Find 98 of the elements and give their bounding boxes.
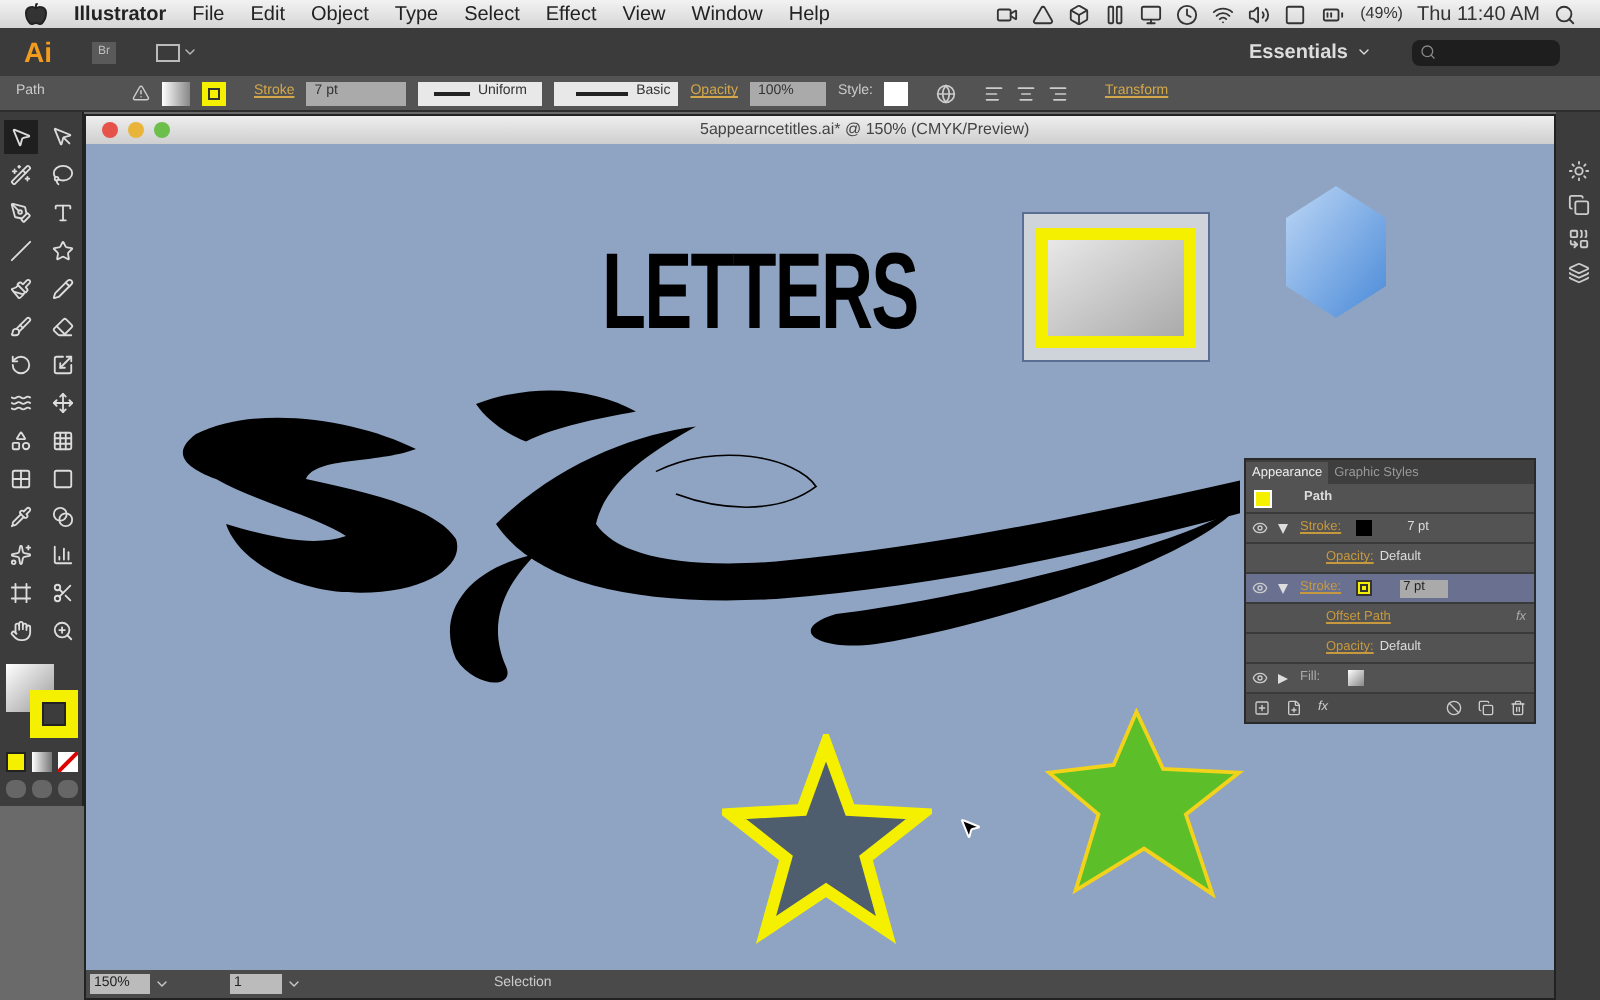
paintbrush-icon [9, 278, 31, 300]
color-mode-button[interactable] [5, 752, 25, 772]
caret-icon [182, 44, 198, 60]
disclosure-triangle-icon[interactable] [1278, 523, 1288, 533]
eraser-icon [51, 316, 73, 338]
arrow-pointer-icon [9, 126, 31, 148]
blend-icon [51, 506, 73, 528]
stroke-color-swatch[interactable] [29, 690, 77, 738]
triangle-icon[interactable] [1032, 3, 1055, 25]
brush-icon [9, 316, 31, 338]
menu-item[interactable]: File [192, 0, 225, 29]
shapes-icon [9, 430, 31, 452]
caret-icon [1356, 44, 1372, 60]
cursor-icon [958, 816, 982, 840]
stroke-swatch[interactable] [202, 81, 226, 105]
star-icon [51, 240, 73, 262]
visibility-icon[interactable] [1252, 670, 1268, 686]
battery-icon[interactable] [1320, 3, 1347, 25]
globe-icon[interactable] [936, 83, 957, 103]
layout-button[interactable] [156, 43, 198, 61]
menu-item[interactable]: View [622, 0, 666, 29]
lasso-icon [51, 164, 73, 186]
zoom-icon [51, 620, 73, 642]
new-fill-icon[interactable] [1286, 700, 1302, 716]
battery-percentage: (49%) [1360, 2, 1403, 26]
fill-color-swatch[interactable] [1348, 670, 1365, 686]
workspace-switcher[interactable]: Essentials [1249, 37, 1372, 67]
apple-logo-icon[interactable] [24, 2, 48, 26]
pen-icon [9, 202, 31, 224]
clear-icon[interactable] [1446, 700, 1462, 716]
arched-heading: LETTERS [602, 238, 918, 346]
disclosure-triangle-icon[interactable] [1278, 673, 1288, 683]
new-stroke-icon[interactable] [1254, 700, 1270, 716]
pencil-icon [51, 278, 73, 300]
dropdown-icon[interactable] [286, 976, 302, 992]
dropdown-icon[interactable] [154, 976, 170, 992]
menu-item[interactable]: Type [394, 0, 439, 29]
menu-item[interactable]: Object [310, 0, 369, 29]
warning-icon [132, 84, 150, 102]
menu-item[interactable]: Effect [545, 0, 597, 29]
eyedropper-icon [9, 506, 31, 528]
frame-icon [9, 582, 31, 604]
clock-icon[interactable] [1176, 3, 1199, 25]
sparkle-icon [9, 544, 31, 566]
hexagon-shape [1286, 186, 1386, 318]
pause-icon[interactable] [1104, 3, 1127, 25]
visibility-icon[interactable] [1252, 580, 1268, 596]
rotate-icon [9, 354, 31, 376]
align-left-icon[interactable] [984, 83, 1005, 103]
delete-icon[interactable] [1510, 700, 1526, 716]
wave-icon [9, 392, 31, 414]
clock[interactable]: Thu 11:40 AM [1416, 0, 1540, 29]
square-icon[interactable] [1284, 3, 1307, 25]
fill-color-swatch[interactable] [5, 664, 53, 712]
mesh-icon [9, 468, 31, 490]
none-mode-button[interactable] [57, 752, 77, 772]
gradient-mode-button[interactable] [31, 752, 51, 772]
document-title: 5appearncetitles.ai* @ 150% (CMYK/Preview) [700, 118, 1030, 142]
video-icon[interactable] [996, 3, 1019, 25]
scale-icon [51, 354, 73, 376]
wand-icon [9, 164, 31, 186]
menu-item[interactable]: Help [788, 0, 830, 29]
align-center-icon[interactable] [1016, 83, 1037, 103]
search-icon[interactable] [1554, 3, 1576, 25]
search-icon [1420, 44, 1436, 60]
selected-rectangle[interactable] [1022, 212, 1210, 362]
grid-icon [51, 430, 73, 452]
target-swatch [1254, 489, 1272, 507]
tool-button[interactable] [3, 120, 37, 154]
menu-item[interactable]: Edit [250, 0, 285, 29]
style-swatch[interactable] [884, 81, 909, 105]
wifi-icon[interactable] [1212, 3, 1235, 25]
visibility-icon[interactable] [1252, 520, 1268, 536]
layers-icon[interactable] [1567, 262, 1589, 284]
box-icon[interactable] [1068, 3, 1091, 25]
volume-icon[interactable] [1248, 3, 1271, 25]
menu-item[interactable]: Select [464, 0, 520, 29]
duplicate-icon[interactable] [1478, 700, 1494, 716]
app-logo: Ai [24, 33, 52, 71]
monitor-icon[interactable] [1140, 3, 1163, 25]
scissors-icon [51, 582, 73, 604]
hand-icon [9, 620, 31, 642]
pointer-icon [51, 126, 73, 148]
app-menu[interactable]: Illustrator [74, 0, 167, 29]
stroke-color-swatch[interactable] [1355, 520, 1372, 536]
fill-swatch[interactable] [162, 81, 190, 105]
type-icon [51, 202, 73, 224]
sun-icon[interactable] [1567, 160, 1589, 182]
disclosure-triangle-icon[interactable] [1278, 583, 1288, 593]
search-field[interactable] [1412, 39, 1560, 65]
stroke-color-swatch[interactable] [1355, 580, 1372, 596]
bar-chart-icon [51, 544, 73, 566]
align-right-icon[interactable] [1048, 83, 1069, 103]
close-button[interactable] [102, 122, 118, 138]
line-icon [9, 240, 31, 262]
copy-icon[interactable] [1567, 194, 1589, 216]
move-icon [51, 392, 73, 414]
menu-item[interactable]: Window [691, 0, 763, 29]
